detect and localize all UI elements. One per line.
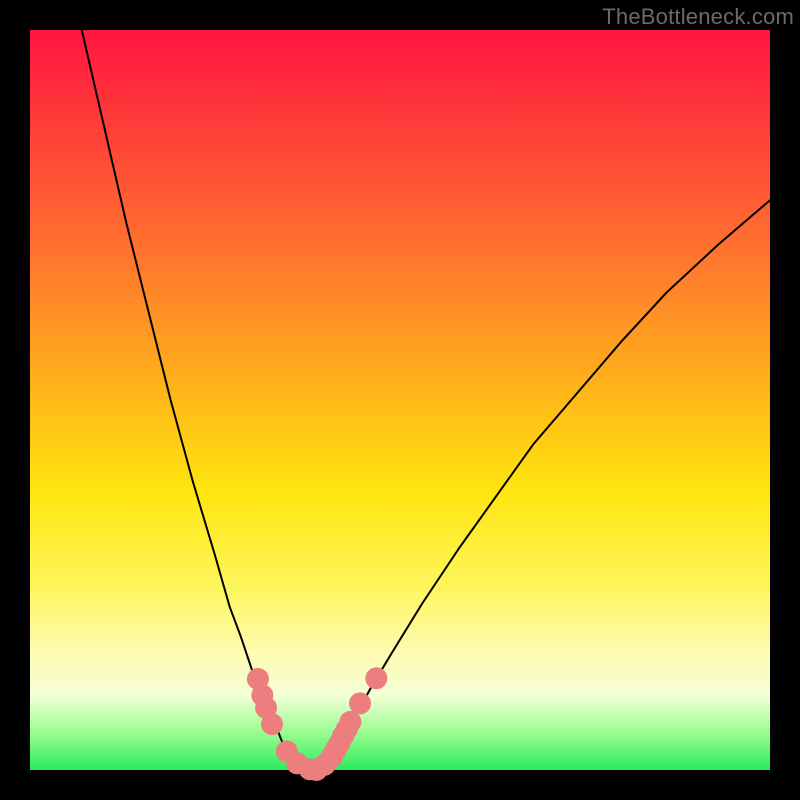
pink-dots-dot	[365, 667, 387, 689]
series-left-branch	[82, 30, 291, 760]
series-right-branch	[330, 200, 770, 760]
pink-dots-dot	[349, 692, 371, 714]
watermark-text: TheBottleneck.com	[602, 4, 794, 30]
pink-dots-dot	[261, 713, 283, 735]
curve-layer	[30, 30, 770, 770]
chart-stage: TheBottleneck.com	[0, 0, 800, 800]
